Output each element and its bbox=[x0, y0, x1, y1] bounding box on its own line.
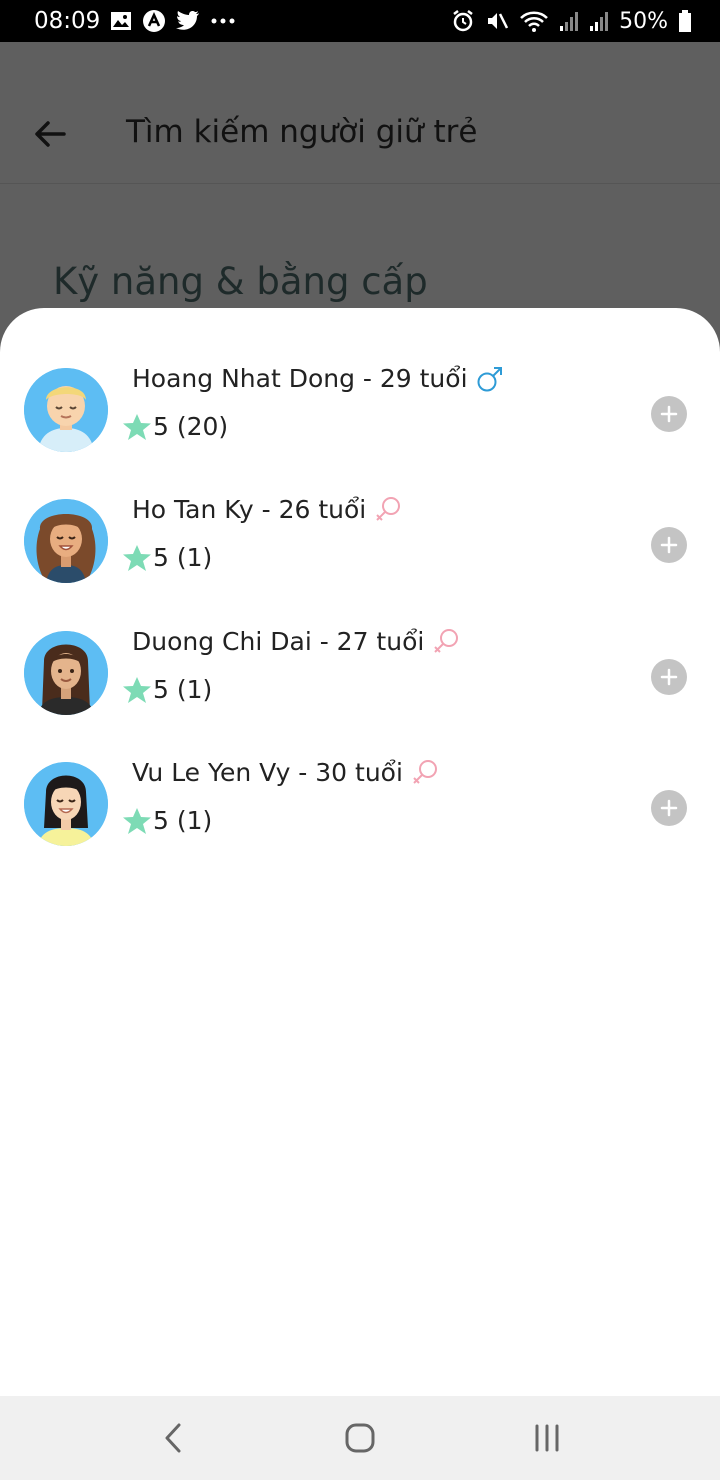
alarm-icon bbox=[451, 9, 475, 33]
section-heading: Kỹ năng & bằng cấp bbox=[53, 260, 428, 303]
recents-nav-icon bbox=[535, 1424, 559, 1452]
add-sitter-button[interactable] bbox=[651, 659, 687, 695]
more-dots-icon bbox=[210, 17, 236, 25]
avatar bbox=[24, 762, 108, 846]
sitter-list-sheet: Hoang Nhat Dong - 29 tuổi 5 (20) Ho Tan … bbox=[0, 308, 720, 1396]
star-icon bbox=[122, 676, 152, 704]
avatar bbox=[24, 631, 108, 715]
wifi-icon bbox=[519, 9, 549, 33]
female-icon bbox=[411, 759, 439, 787]
page-title: Tìm kiếm người giữ trẻ bbox=[126, 114, 478, 150]
sitter-rating: 5 (1) bbox=[153, 543, 213, 572]
mute-icon bbox=[485, 9, 509, 33]
sitter-name: Vu Le Yen Vy - 30 tuổi bbox=[132, 758, 403, 787]
sitter-rating: 5 (1) bbox=[153, 675, 213, 704]
status-time: 08:09 bbox=[34, 8, 101, 34]
navigation-bar bbox=[0, 1396, 720, 1480]
app-a-icon bbox=[142, 9, 166, 33]
arrow-left-icon bbox=[35, 121, 66, 147]
male-icon bbox=[476, 365, 504, 393]
sitter-name: Hoang Nhat Dong - 29 tuổi bbox=[132, 364, 468, 393]
status-bar: 08:09 50% bbox=[0, 0, 720, 42]
sitter-name: Duong Chi Dai - 27 tuổi bbox=[132, 627, 425, 656]
image-icon bbox=[110, 11, 132, 31]
female-icon bbox=[374, 496, 402, 524]
add-sitter-button[interactable] bbox=[651, 396, 687, 432]
signal-icon bbox=[589, 10, 609, 32]
avatar bbox=[24, 368, 108, 452]
list-item[interactable]: Ho Tan Ky - 26 tuổi 5 (1) bbox=[0, 477, 720, 587]
nav-recents-button[interactable] bbox=[517, 1408, 577, 1468]
list-item[interactable]: Duong Chi Dai - 27 tuổi 5 (1) bbox=[0, 609, 720, 719]
avatar bbox=[24, 499, 108, 583]
twitter-icon bbox=[176, 11, 200, 31]
star-icon bbox=[122, 413, 152, 441]
sitter-rating: 5 (1) bbox=[153, 806, 213, 835]
home-nav-icon bbox=[345, 1423, 375, 1453]
star-icon bbox=[122, 807, 152, 835]
plus-icon bbox=[660, 668, 678, 686]
plus-icon bbox=[660, 405, 678, 423]
add-sitter-button[interactable] bbox=[651, 527, 687, 563]
female-icon bbox=[432, 628, 460, 656]
back-nav-icon bbox=[165, 1423, 181, 1453]
star-icon bbox=[122, 544, 152, 572]
battery-percent: 50% bbox=[619, 8, 668, 34]
plus-icon bbox=[660, 536, 678, 554]
plus-icon bbox=[660, 799, 678, 817]
sitter-name: Ho Tan Ky - 26 tuổi bbox=[132, 495, 367, 524]
app-header: Tìm kiếm người giữ trẻ bbox=[0, 42, 720, 184]
sitter-rating: 5 (20) bbox=[153, 412, 229, 441]
signal-icon bbox=[559, 10, 579, 32]
list-item[interactable]: Hoang Nhat Dong - 29 tuổi 5 (20) bbox=[0, 346, 720, 456]
nav-home-button[interactable] bbox=[330, 1408, 390, 1468]
battery-icon bbox=[678, 9, 692, 33]
back-button[interactable] bbox=[30, 114, 70, 154]
add-sitter-button[interactable] bbox=[651, 790, 687, 826]
list-item[interactable]: Vu Le Yen Vy - 30 tuổi 5 (1) bbox=[0, 740, 720, 850]
nav-back-button[interactable] bbox=[143, 1408, 203, 1468]
